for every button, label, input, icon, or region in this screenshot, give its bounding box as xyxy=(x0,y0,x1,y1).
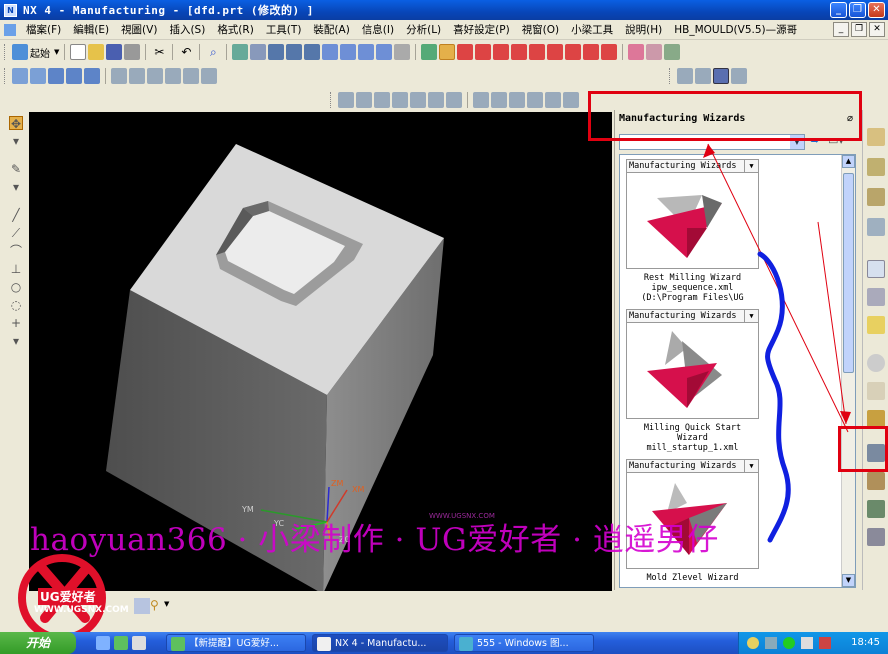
chevron-down-icon[interactable]: ▼ xyxy=(164,600,169,608)
system-tray: 18:45 xyxy=(738,632,888,654)
blue-brace-annotation xyxy=(757,251,791,543)
quick-launch-desktop-icon[interactable] xyxy=(114,636,128,650)
start-button[interactable]: 开始 xyxy=(0,632,76,654)
taskbar-item-forum[interactable]: 【新提醒】UG爱好... xyxy=(166,634,306,652)
windows-taskbar: 开始 【新提醒】UG爱好... NX 4 - Manufactu... 555 … xyxy=(0,632,888,654)
quick-launch-media-icon[interactable] xyxy=(132,636,146,650)
taskbar-item-image-viewer[interactable]: 555 - Windows 图... xyxy=(454,634,594,652)
security-icon[interactable] xyxy=(819,637,831,649)
quick-launch-ie-icon[interactable] xyxy=(96,636,110,650)
watermark-text: haoyuan366 · 小梁制作 · UG爱好者 · 逍遥男仔 xyxy=(30,522,719,558)
taskbar-clock: 18:45 xyxy=(851,637,880,648)
nx-icon xyxy=(317,637,331,651)
logo-url: WWW.UGSNX.COM xyxy=(34,605,129,615)
browser-icon xyxy=(171,637,185,651)
qq-icon[interactable] xyxy=(783,637,795,649)
image-viewer-icon xyxy=(459,637,473,651)
red-arrow-line-2 xyxy=(817,221,847,425)
tray-app-icon[interactable] xyxy=(747,637,759,649)
network-icon[interactable] xyxy=(765,637,777,649)
taskbar-item-nx[interactable]: NX 4 - Manufactu... xyxy=(312,634,448,652)
bottom-toolbar: ⚲ ▼ xyxy=(0,592,888,628)
bulb-icon[interactable]: ⚲ xyxy=(150,598,162,614)
volume-icon[interactable] xyxy=(801,637,813,649)
logo-label: UG爱好者 xyxy=(38,588,98,605)
snap-point-icon[interactable] xyxy=(134,598,150,614)
